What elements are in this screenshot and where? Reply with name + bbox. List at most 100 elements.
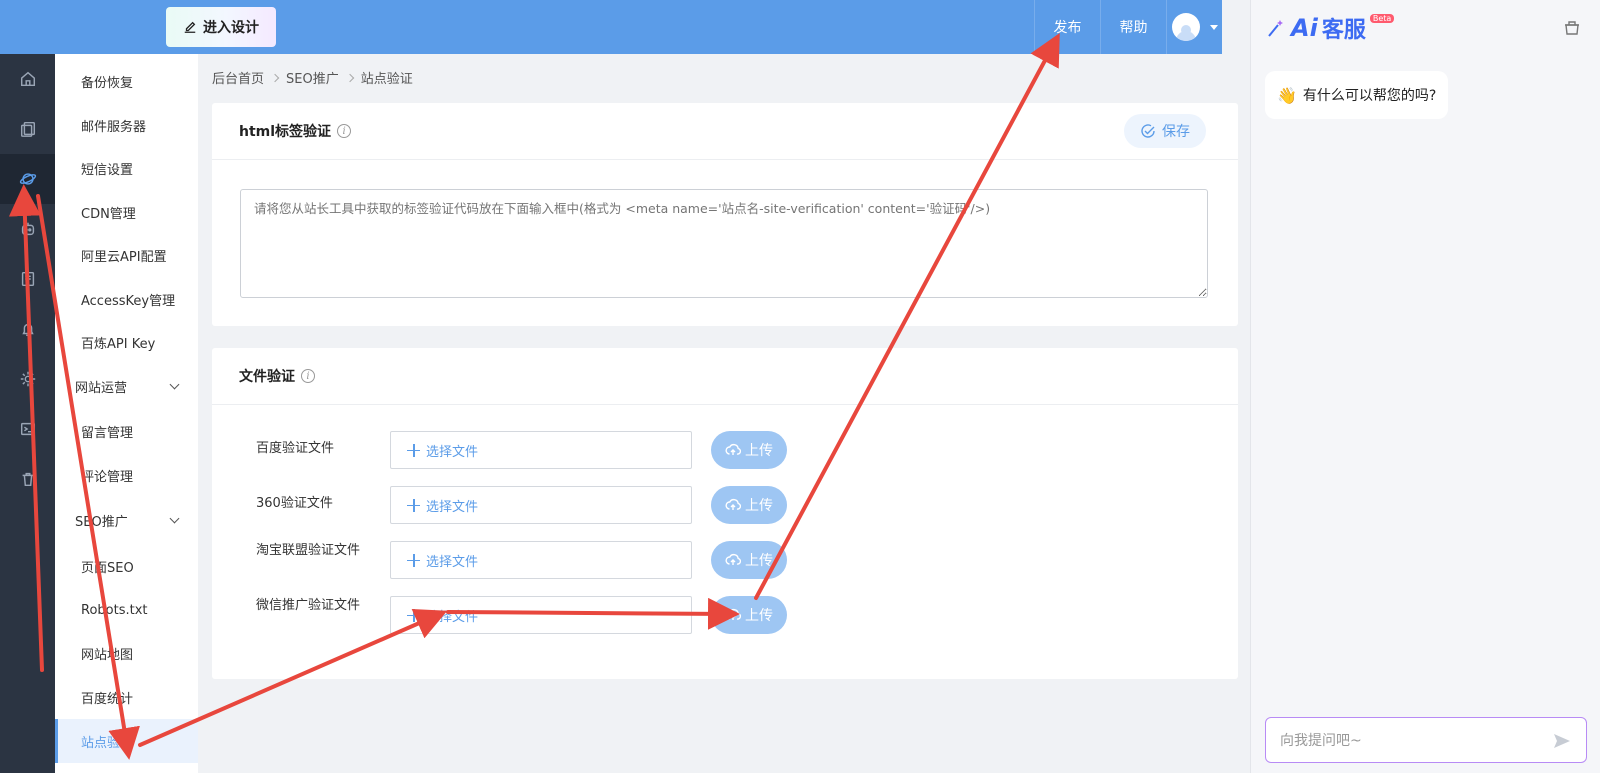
send-icon[interactable] (1552, 731, 1572, 751)
waving-hand-icon: 👋 (1277, 85, 1297, 105)
book-icon (21, 271, 34, 287)
select-file-button[interactable]: 选择文件 (390, 541, 692, 579)
file-row-wechat: 微信推广验证文件 选择文件 上传 (256, 596, 856, 634)
menu-item-label: 网站地图 (81, 647, 134, 663)
menu-item-mail-server[interactable]: 邮件服务器 (55, 103, 198, 147)
menu-group-seo[interactable]: SEO推广 (55, 498, 198, 542)
planet-icon (19, 173, 36, 185)
clear-icon[interactable] (1563, 18, 1581, 36)
menu-group-operations[interactable]: 网站运营 (55, 364, 198, 408)
menu-item-backup[interactable]: 备份恢复 (55, 59, 198, 103)
menu-item-messages[interactable]: 留言管理 (55, 409, 198, 453)
menu-item-bailian-key[interactable]: 百炼API Key (55, 320, 198, 364)
info-icon[interactable]: i (337, 124, 352, 138)
select-file-label: 选择文件 (426, 499, 479, 515)
menu-item-label: CDN管理 (81, 206, 136, 222)
file-label: 淘宝联盟验证文件 (256, 543, 361, 558)
sub-menu: 备份恢复 邮件服务器 短信设置 CDN管理 阿里云API配置 AccessKey… (55, 54, 198, 773)
panel-header: html标签验证 i (212, 103, 1238, 160)
upload-button[interactable]: 上传 (711, 486, 787, 524)
help-label: 帮助 (1119, 20, 1148, 36)
rail-book[interactable] (0, 254, 55, 304)
rail-settings[interactable] (0, 354, 55, 404)
plus-icon (407, 553, 420, 567)
menu-item-aliyun-api[interactable]: 阿里云API配置 (55, 233, 198, 277)
enter-design-label: 进入设计 (203, 20, 259, 36)
panel-header: 文件验证 i (212, 348, 1238, 405)
menu-item-label: 留言管理 (81, 425, 134, 441)
menu-item-page-seo[interactable]: 页面SEO (55, 544, 198, 588)
info-icon[interactable]: i (301, 369, 315, 383)
menu-item-cdn[interactable]: CDN管理 (55, 190, 198, 234)
menu-item-sitemap[interactable]: 网站地图 (55, 631, 198, 675)
rail-planet[interactable] (0, 154, 55, 204)
rail-terminal[interactable] (0, 404, 55, 454)
user-menu[interactable] (1166, 0, 1222, 54)
plus-icon (407, 443, 420, 457)
select-file-button[interactable]: 选择文件 (390, 431, 692, 469)
file-label: 百度验证文件 (256, 441, 335, 456)
rail-robot[interactable] (0, 204, 55, 254)
publish-button[interactable]: 发布 (1034, 0, 1100, 54)
panel-title: 文件验证 (239, 369, 295, 385)
file-row-taobao: 淘宝联盟验证文件 选择文件 上传 (256, 541, 856, 579)
menu-item-accesskey[interactable]: AccessKey管理 (55, 277, 198, 321)
upload-button[interactable]: 上传 (711, 541, 787, 579)
cloud-upload-icon (725, 443, 741, 455)
menu-item-label: 邮件服务器 (81, 119, 147, 135)
file-verification-panel: 文件验证 i 百度验证文件 选择文件 上传 360验证文件 选择文件 上传 淘宝… (212, 348, 1238, 679)
robot-icon (21, 222, 34, 236)
upload-label: 上传 (745, 608, 773, 624)
select-file-button[interactable]: 选择文件 (390, 486, 692, 524)
breadcrumb-seo[interactable]: SEO推广 (286, 68, 339, 87)
breadcrumb-current: 站点验证 (360, 72, 413, 87)
menu-item-robots[interactable]: Robots.txt (55, 588, 198, 632)
rail-bell[interactable] (0, 304, 55, 354)
menu-item-sms[interactable]: 短信设置 (55, 146, 198, 190)
menu-item-label: 百度统计 (81, 691, 134, 707)
select-file-label: 选择文件 (426, 444, 479, 460)
file-label: 微信推广验证文件 (256, 598, 361, 613)
logo-area (0, 0, 160, 54)
greeting-text: 有什么可以帮您的吗? (1302, 88, 1437, 104)
caret-down-icon (1209, 24, 1218, 30)
ai-service-logo: Ai 客服 Beta (1265, 12, 1395, 44)
rail-home[interactable] (0, 54, 55, 104)
plus-icon (407, 608, 420, 622)
upload-label: 上传 (745, 443, 773, 459)
meta-tag-textarea[interactable] (240, 189, 1208, 298)
edit-icon (184, 21, 196, 33)
copy-icon (20, 121, 35, 137)
trash-icon (22, 472, 33, 487)
menu-item-comments[interactable]: 评论管理 (55, 453, 198, 497)
select-file-button[interactable]: 选择文件 (390, 596, 692, 634)
select-file-label: 选择文件 (426, 609, 479, 625)
panel-title: html标签验证 (239, 124, 332, 140)
cloud-upload-icon (725, 608, 741, 620)
html-verification-panel: html标签验证 i 保存 (212, 103, 1238, 326)
greeting-bubble: 👋 有什么可以帮您的吗? (1265, 71, 1449, 119)
publish-label: 发布 (1053, 20, 1082, 36)
check-circle-icon (1141, 124, 1155, 138)
help-button[interactable]: 帮助 (1100, 0, 1166, 54)
save-button[interactable]: 保存 (1124, 114, 1206, 148)
upload-button[interactable]: 上传 (711, 596, 787, 634)
menu-item-label: 百炼API Key (81, 336, 156, 352)
rail-pages[interactable] (0, 104, 55, 154)
icon-rail (0, 54, 55, 773)
select-file-label: 选择文件 (426, 554, 479, 570)
chevron-down-icon (169, 513, 180, 523)
menu-item-baidu-stats[interactable]: 百度统计 (55, 675, 198, 719)
brand-ai: Ai (1291, 14, 1318, 42)
rail-trash[interactable] (0, 454, 55, 504)
breadcrumb-home[interactable]: 后台首页 (212, 68, 264, 87)
menu-item-site-verification[interactable]: 站点验证 (55, 719, 198, 763)
terminal-icon (20, 422, 35, 436)
upload-label: 上传 (745, 498, 773, 514)
menu-item-label: 站点验证 (81, 735, 134, 751)
chat-input[interactable]: 向我提问吧~ (1265, 717, 1587, 763)
menu-item-label: Robots.txt (81, 602, 148, 618)
menu-item-label: 短信设置 (81, 162, 134, 178)
enter-design-button[interactable]: 进入设计 (166, 7, 276, 47)
upload-button[interactable]: 上传 (711, 431, 787, 469)
